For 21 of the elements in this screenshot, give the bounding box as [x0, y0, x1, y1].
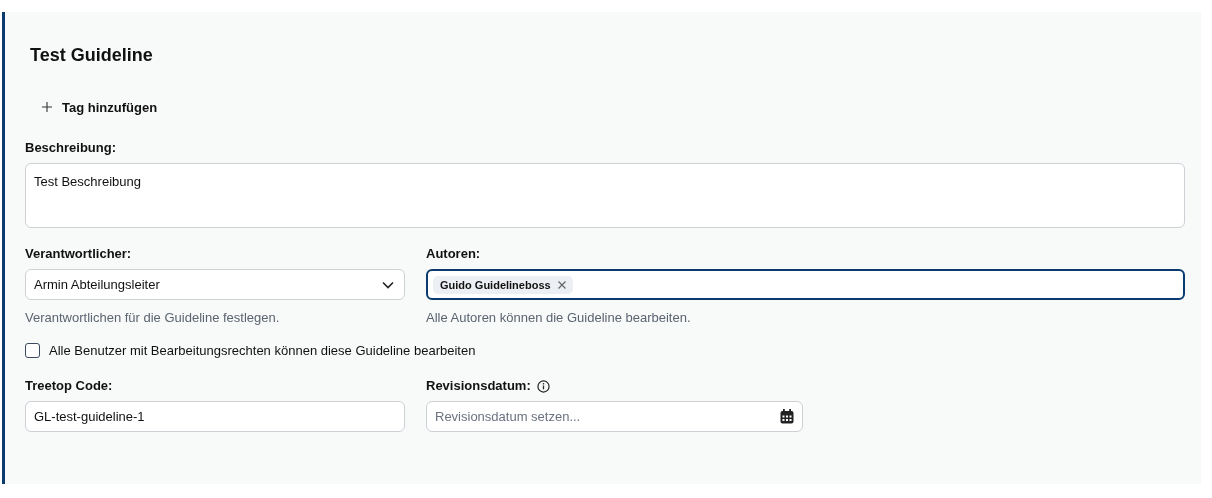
revision-date-field[interactable]: Revisionsdatum setzen...	[426, 401, 803, 432]
responsible-dropdown[interactable]: Armin Abteilungsleiter	[25, 269, 405, 300]
add-tag-button[interactable]: Tag hinzufügen	[42, 98, 158, 116]
help-text: Verantwortlichen für die Guideline festlegen.	[25, 310, 281, 325]
help-text: Alle Autoren können die Guideline bearbeiten.	[426, 310, 692, 325]
plus-icon	[42, 102, 52, 112]
field-label: Revisionsdatum:	[426, 378, 531, 394]
field-label: Autoren:	[426, 246, 482, 262]
treetop-code-field[interactable]: GL-test-guideline-1	[25, 401, 405, 432]
checkbox-label: Alle Benutzer mit Bearbeitungsrechten können diese Guideline bearbeiten	[49, 343, 476, 358]
field-label: Verantwortlicher:	[25, 246, 133, 262]
close-icon[interactable]	[557, 280, 566, 289]
field-label: Treetop Code:	[25, 378, 114, 394]
authors-field[interactable]: Guido Guidelineboss	[426, 269, 1185, 300]
author-chip[interactable]: Guido Guidelineboss	[433, 275, 573, 294]
description-field[interactable]: Test Beschreibung	[25, 163, 1185, 228]
page-title: Test Guideline	[30, 44, 154, 67]
checkbox[interactable]	[25, 343, 40, 358]
chevron-down-icon	[382, 280, 394, 289]
info-icon[interactable]	[536, 379, 550, 393]
field-label: Beschreibung:	[25, 140, 117, 156]
